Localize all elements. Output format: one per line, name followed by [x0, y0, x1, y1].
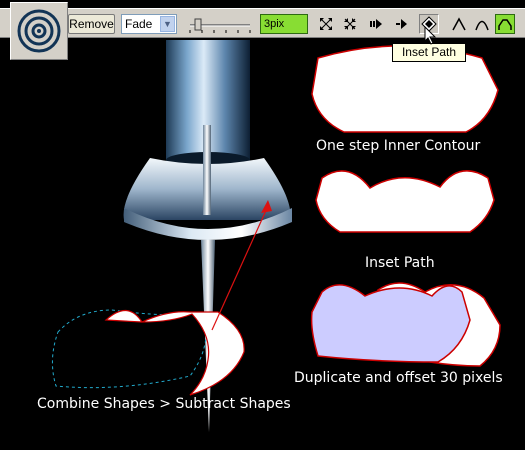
subtracted-sliver-shape	[104, 309, 245, 396]
remove-button[interactable]: Remove	[68, 14, 115, 34]
contract-arrows-icon[interactable]	[340, 14, 360, 34]
chevron-down-icon[interactable]: ▼	[160, 16, 175, 32]
mouse-cursor-icon	[424, 26, 437, 45]
caption-inset-path: Inset Path	[365, 255, 435, 271]
round-join-icon[interactable]	[472, 14, 492, 34]
canvas[interactable]: Remove Fade ▼ 3pix Inset Path One step I…	[0, 0, 525, 450]
pin-needle-top	[203, 125, 211, 215]
expand-arrows-icon[interactable]	[316, 14, 336, 34]
inset-path-shape	[315, 170, 495, 233]
slow-steps-icon[interactable]	[392, 14, 412, 34]
bevel-join-icon[interactable]	[495, 14, 515, 34]
property-toolbar: Remove Fade ▼ 3pix	[0, 8, 525, 38]
caption-one-step: One step Inner Contour	[316, 138, 481, 154]
duplicate-shape	[310, 284, 471, 363]
blend-mode-select[interactable]: Fade ▼	[121, 14, 177, 34]
contour-tool-icon[interactable]	[10, 2, 68, 60]
caption-duplicate: Duplicate and offset 30 pixels	[294, 370, 503, 386]
steps-slider[interactable]	[186, 16, 254, 34]
mitre-join-icon[interactable]	[449, 14, 469, 34]
slider-thumb	[194, 18, 202, 31]
blend-mode-value: Fade	[125, 17, 153, 31]
fast-steps-icon[interactable]	[367, 14, 387, 34]
caption-combine: Combine Shapes > Subtract Shapes	[37, 396, 291, 412]
contour-width-input[interactable]: 3pix	[260, 14, 308, 34]
